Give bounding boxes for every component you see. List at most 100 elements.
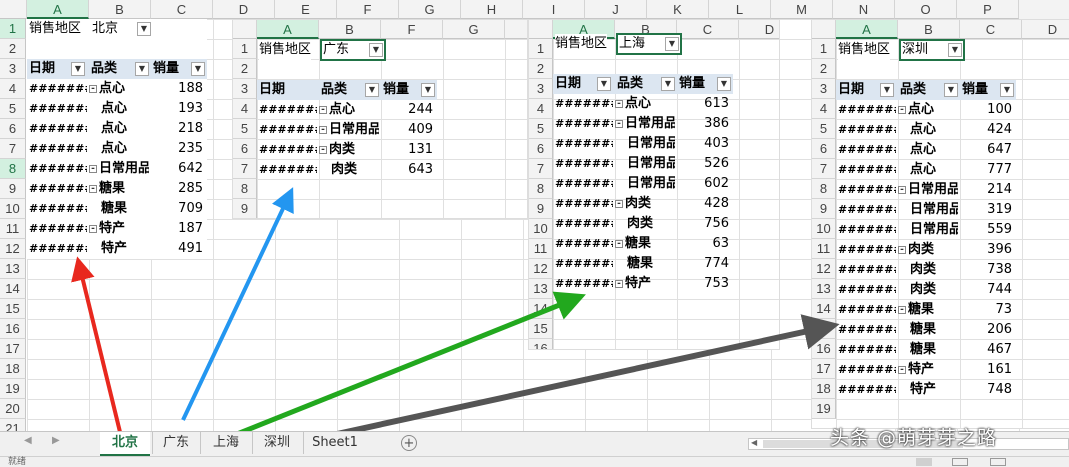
row-header[interactable]: 17 xyxy=(0,339,26,359)
cell-date[interactable]: ######## xyxy=(29,139,87,159)
column-header[interactable]: B xyxy=(319,20,381,39)
row-header[interactable]: 15 xyxy=(812,319,836,339)
row-header[interactable]: 14 xyxy=(812,299,836,319)
row-header[interactable]: 2 xyxy=(529,59,553,79)
row-header[interactable]: 2 xyxy=(233,59,257,79)
cell-sales[interactable]: 193 xyxy=(151,99,203,119)
cell-date[interactable]: ######## xyxy=(838,320,896,340)
cell-date[interactable]: ######## xyxy=(29,239,87,259)
cell-category[interactable]: 糖果 xyxy=(615,254,675,274)
column-header[interactable]: G xyxy=(399,0,461,19)
cell-date[interactable]: ######## xyxy=(29,99,87,119)
filter-dropdown-icon[interactable]: ▼ xyxy=(71,62,85,76)
column-header[interactable]: K xyxy=(647,0,709,19)
row-header[interactable]: 11 xyxy=(812,239,836,259)
cell-category[interactable]: 肉类 xyxy=(898,260,958,280)
collapse-icon[interactable]: - xyxy=(89,164,97,173)
sheet-tab[interactable]: 深圳 xyxy=(252,432,301,454)
collapse-icon[interactable]: - xyxy=(319,125,327,134)
cell-date[interactable]: ######## xyxy=(29,219,87,239)
filter-dropdown-icon[interactable]: ▼ xyxy=(948,43,962,57)
cell-sales[interactable]: 738 xyxy=(960,260,1012,280)
cell-sales[interactable]: 526 xyxy=(677,154,729,174)
cell-sales[interactable]: 100 xyxy=(960,100,1012,120)
cell-category[interactable]: - 肉类 xyxy=(898,240,958,260)
cell-sales[interactable]: 187 xyxy=(151,219,203,239)
cell-sales[interactable]: 748 xyxy=(960,380,1012,400)
cell-date[interactable]: ######## xyxy=(555,134,613,154)
row-header[interactable]: 11 xyxy=(529,239,553,259)
row-header[interactable]: 9 xyxy=(233,199,257,218)
cell-date[interactable]: ######## xyxy=(29,199,87,219)
filter-dropdown-icon[interactable]: ▼ xyxy=(944,83,958,97)
cell-date[interactable]: ######## xyxy=(838,300,896,320)
row-header[interactable]: 8 xyxy=(0,159,26,179)
cell-date[interactable]: ######## xyxy=(555,94,613,114)
collapse-icon[interactable]: - xyxy=(898,245,906,254)
cell-sales[interactable]: 218 xyxy=(151,119,203,139)
row-header[interactable]: 13 xyxy=(812,279,836,299)
cell-category[interactable]: - 日常用品 xyxy=(615,114,675,134)
cell-sales[interactable]: 403 xyxy=(677,134,729,154)
cell-sales[interactable]: 235 xyxy=(151,139,203,159)
row-header[interactable]: 6 xyxy=(529,139,553,159)
collapse-icon[interactable]: - xyxy=(89,84,97,93)
column-header[interactable]: G xyxy=(443,20,505,39)
cell-sales[interactable]: 244 xyxy=(381,100,433,120)
cell-category[interactable]: 点心 xyxy=(89,119,149,139)
row-header[interactable]: 20 xyxy=(0,399,26,419)
cell-category[interactable]: 点心 xyxy=(898,120,958,140)
cell-date[interactable]: ######## xyxy=(838,280,896,300)
cell-sales[interactable]: 73 xyxy=(960,300,1012,320)
cell-date[interactable]: ######## xyxy=(838,260,896,280)
row-header[interactable]: 18 xyxy=(812,379,836,399)
row-header[interactable]: 1 xyxy=(0,19,26,39)
row-header[interactable]: 17 xyxy=(812,359,836,379)
cell-sales[interactable]: 424 xyxy=(960,120,1012,140)
row-header[interactable]: 3 xyxy=(529,79,553,99)
cell-category[interactable]: 日常用品 xyxy=(615,174,675,194)
select-all-corner[interactable] xyxy=(812,20,836,39)
column-header[interactable]: M xyxy=(771,0,833,19)
row-header[interactable]: 16 xyxy=(0,319,26,339)
page-break-view-icon[interactable] xyxy=(990,458,1006,466)
column-header[interactable]: D xyxy=(213,0,275,19)
filter-dropdown-icon[interactable]: ▼ xyxy=(369,43,383,57)
cell-sales[interactable]: 613 xyxy=(677,94,729,114)
row-header[interactable]: 6 xyxy=(0,119,26,139)
filter-dropdown-icon[interactable]: ▼ xyxy=(717,77,731,91)
filter-dropdown-icon[interactable]: ▼ xyxy=(365,83,379,97)
cell-date[interactable]: ######## xyxy=(555,194,613,214)
row-header[interactable]: 12 xyxy=(529,259,553,279)
row-header[interactable]: 10 xyxy=(0,199,26,219)
collapse-icon[interactable]: - xyxy=(898,105,906,114)
row-header[interactable]: 4 xyxy=(812,99,836,119)
filter-dropdown-icon[interactable]: ▼ xyxy=(880,83,894,97)
column-header[interactable]: E xyxy=(275,0,337,19)
row-header[interactable]: 5 xyxy=(812,119,836,139)
cell-category[interactable]: 点心 xyxy=(898,160,958,180)
scroll-left-icon[interactable]: ◀ xyxy=(24,435,32,446)
row-header[interactable]: 8 xyxy=(233,179,257,199)
filter-value[interactable]: 上海 xyxy=(619,34,645,54)
filter-dropdown-icon[interactable]: ▼ xyxy=(137,22,151,36)
column-header[interactable]: O xyxy=(895,0,957,19)
sheet-tab[interactable]: 上海 xyxy=(200,432,251,454)
cell-sales[interactable]: 744 xyxy=(960,280,1012,300)
cell-date[interactable]: ######## xyxy=(29,119,87,139)
cell-category[interactable]: 日常用品 xyxy=(898,200,958,220)
row-header[interactable]: 12 xyxy=(812,259,836,279)
column-header[interactable]: L xyxy=(709,0,771,19)
cell-category[interactable]: - 点心 xyxy=(89,79,149,99)
row-header[interactable]: 4 xyxy=(233,99,257,119)
cell-date[interactable]: ######## xyxy=(838,340,896,360)
cell-sales[interactable]: 409 xyxy=(381,120,433,140)
row-header[interactable]: 3 xyxy=(812,79,836,99)
filter-value[interactable]: 深圳 xyxy=(902,40,928,60)
row-header[interactable]: 9 xyxy=(812,199,836,219)
scroll-left-icon[interactable]: ◀ xyxy=(751,438,757,447)
filter-dropdown-icon[interactable]: ▼ xyxy=(665,37,679,51)
cell-category[interactable]: - 特产 xyxy=(89,219,149,239)
filter-dropdown-icon[interactable]: ▼ xyxy=(597,77,611,91)
page-layout-view-icon[interactable] xyxy=(952,458,968,466)
